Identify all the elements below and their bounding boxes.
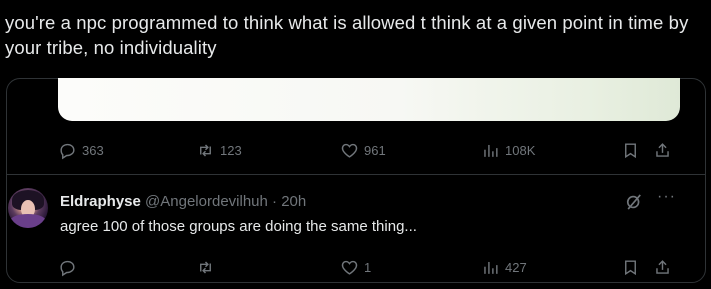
separator-dot: · xyxy=(272,193,278,210)
more-icon[interactable]: ··· xyxy=(657,189,681,210)
reply-action-bar: 1 427 xyxy=(58,258,688,280)
repost-button[interactable] xyxy=(196,258,220,277)
quoted-post-action-bar: 363 123 961 108K xyxy=(58,141,688,163)
reply-button[interactable] xyxy=(58,258,82,277)
like-button[interactable]: 961 xyxy=(340,141,386,160)
page: you're a npc programmed to think what is… xyxy=(0,0,711,289)
grok-icon[interactable] xyxy=(624,192,644,212)
bookmark-button[interactable] xyxy=(621,141,640,160)
reply-text: agree 100 of those groups are doing the … xyxy=(60,218,417,235)
post-text: you're a npc programmed to think what is… xyxy=(5,12,689,58)
repost-count: 123 xyxy=(220,143,242,158)
like-count: 1 xyxy=(364,260,372,275)
bookmark-button[interactable] xyxy=(621,258,640,277)
share-icon xyxy=(656,260,669,274)
reply-count: 363 xyxy=(82,143,104,158)
repost-icon xyxy=(200,261,211,274)
views-count: 427 xyxy=(505,260,527,275)
avatar[interactable] xyxy=(8,188,48,228)
heart-icon xyxy=(341,260,358,275)
embedded-media[interactable] xyxy=(58,78,680,121)
user-handle[interactable]: @Angelordevilhuh xyxy=(145,193,268,210)
timestamp[interactable]: 20h xyxy=(281,193,306,210)
like-button[interactable]: 1 xyxy=(340,258,371,277)
reply-icon xyxy=(60,143,75,160)
reply-icon xyxy=(60,260,75,277)
views-chart-icon xyxy=(484,144,498,157)
bookmark-icon xyxy=(625,260,636,276)
display-name[interactable]: Eldraphyse xyxy=(60,193,141,210)
share-button[interactable] xyxy=(653,141,672,160)
like-count: 961 xyxy=(364,143,386,158)
repost-icon xyxy=(200,144,211,157)
heart-icon xyxy=(341,143,358,158)
bookmark-icon xyxy=(625,143,636,159)
reply-header: Eldraphyse @Angelordevilhuh · 20h xyxy=(60,193,306,211)
views-button[interactable]: 427 xyxy=(481,258,527,277)
divider xyxy=(7,174,705,175)
reply-button[interactable]: 363 xyxy=(58,141,104,160)
repost-button[interactable]: 123 xyxy=(196,141,242,160)
share-icon xyxy=(656,143,669,157)
views-chart-icon xyxy=(484,261,498,274)
views-count: 108K xyxy=(505,143,536,158)
share-button[interactable] xyxy=(653,258,672,277)
views-button[interactable]: 108K xyxy=(481,141,535,160)
